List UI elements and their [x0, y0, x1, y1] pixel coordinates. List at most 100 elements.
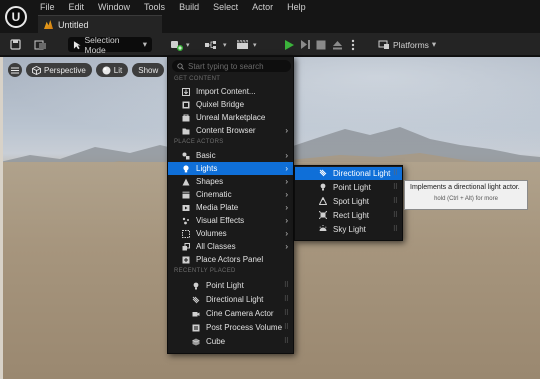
drag-handle-icon[interactable]: ⠿	[284, 309, 289, 317]
chevron-down-icon: ▾	[142, 39, 147, 49]
basic-icon	[182, 152, 190, 160]
selection-mode-dropdown[interactable]: Selection Mode ▾	[68, 35, 152, 55]
tab-title: Untitled	[58, 19, 89, 30]
menu-item-content-browser[interactable]: Content Browser ›	[168, 124, 293, 137]
platforms-dropdown[interactable]: Platforms ▾	[378, 37, 436, 52]
step-button[interactable]	[300, 37, 311, 52]
drag-handle-icon[interactable]: ⠿	[393, 225, 398, 233]
search-input[interactable]	[188, 61, 288, 71]
menu-window[interactable]: Window	[98, 1, 130, 13]
perspective-button[interactable]: Perspective	[26, 63, 92, 77]
blueprint-icon	[205, 40, 216, 49]
eject-icon	[333, 40, 342, 49]
menu-build[interactable]: Build	[179, 1, 199, 13]
drag-handle-icon[interactable]: ⠿	[393, 197, 398, 205]
menu-item-label: Content Browser	[196, 126, 256, 135]
menu-item-recent-cube[interactable]: Cube ⠿	[168, 335, 293, 348]
menu-item-media-plate[interactable]: Media Plate ›	[168, 201, 293, 214]
drag-handle-icon[interactable]: ⠿	[393, 211, 398, 219]
menu-item-import-content[interactable]: Import Content...	[168, 85, 293, 98]
menu-item-volumes[interactable]: Volumes ›	[168, 227, 293, 240]
search-icon	[177, 62, 184, 70]
lit-sphere-icon	[102, 66, 111, 74]
tooltip: Implements a directional light actor. ho…	[404, 180, 528, 210]
submenu-item-sky-light[interactable]: Sky Light ⠿	[295, 223, 402, 236]
menu-item-place-actors-panel[interactable]: Place Actors Panel	[168, 253, 293, 266]
save-icon[interactable]	[10, 37, 21, 52]
section-get-content: GET CONTENT	[174, 76, 221, 82]
play-icon	[285, 39, 294, 50]
menu-tools[interactable]: Tools	[144, 1, 165, 13]
chevron-right-icon: ›	[285, 229, 288, 238]
tab-row: Untitled	[0, 14, 540, 33]
submenu-item-spot-light[interactable]: Spot Light ⠿	[295, 195, 402, 208]
drag-handle-icon[interactable]: ⠿	[393, 169, 398, 177]
lit-button[interactable]: Lit	[95, 63, 129, 77]
chevron-right-icon: ›	[285, 203, 288, 212]
cinematics-button[interactable]: ▾	[236, 37, 257, 52]
menu-item-recent-cine-camera-actor[interactable]: Cine Camera Actor ⠿	[168, 307, 293, 320]
cube-icon	[192, 338, 200, 346]
all-classes-icon	[182, 242, 190, 251]
eject-button[interactable]	[332, 37, 343, 52]
content-drawer-icon[interactable]	[34, 37, 47, 52]
menu-item-visual-effects[interactable]: Visual Effects ›	[168, 214, 293, 227]
menu-actor[interactable]: Actor	[252, 1, 273, 13]
menu-item-shapes[interactable]: Shapes ›	[168, 175, 293, 188]
level-icon	[44, 20, 53, 29]
add-actor-menu: GET CONTENT Import Content... Quixel Bri…	[167, 56, 294, 354]
play-options-button[interactable]	[351, 37, 355, 52]
show-button[interactable]: Show	[132, 63, 165, 77]
post-process-icon	[192, 324, 200, 332]
menu-item-unreal-marketplace[interactable]: Unreal Marketplace	[168, 111, 293, 124]
stop-button[interactable]	[316, 37, 326, 52]
submenu-item-rect-light[interactable]: Rect Light ⠿	[295, 209, 402, 222]
add-actor-icon	[171, 40, 183, 51]
lit-label: Lit	[113, 65, 123, 75]
drag-handle-icon[interactable]: ⠿	[284, 337, 289, 345]
menu-select[interactable]: Select	[213, 1, 238, 13]
menu-item-recent-directional-light[interactable]: Directional Light ⠿	[168, 293, 293, 306]
document-tab[interactable]: Untitled	[38, 15, 162, 33]
drag-handle-icon[interactable]: ⠿	[284, 295, 289, 303]
menu-item-label: Directional Light	[206, 295, 264, 304]
lights-submenu: Directional Light ⠿ Point Light ⠿ Spot L…	[294, 165, 403, 241]
menu-search-box[interactable]	[172, 60, 291, 72]
submenu-item-label: Point Light	[333, 183, 371, 192]
submenu-item-point-light[interactable]: Point Light ⠿	[295, 181, 402, 194]
menu-item-lights[interactable]: Lights ›	[168, 162, 293, 175]
menu-item-cinematic[interactable]: Cinematic ›	[168, 188, 293, 201]
perspective-cube-icon	[32, 65, 41, 75]
menu-item-basic[interactable]: Basic ›	[168, 149, 293, 162]
submenu-item-directional-light[interactable]: Directional Light ⠿	[295, 167, 402, 180]
menu-item-label: Cinematic	[196, 190, 232, 199]
menu-item-quixel-bridge[interactable]: Quixel Bridge	[168, 98, 293, 111]
menu-help[interactable]: Help	[287, 1, 306, 13]
menu-item-label: Post Process Volume	[206, 323, 283, 332]
viewport-menu-button[interactable]	[8, 63, 22, 77]
cinematic-icon	[182, 191, 190, 199]
spot-light-icon	[319, 197, 327, 205]
unreal-logo-icon[interactable]: U	[5, 6, 27, 28]
menu-edit[interactable]: Edit	[69, 1, 85, 13]
place-actors-icon	[182, 256, 190, 264]
menu-item-label: Shapes	[196, 177, 224, 186]
chevron-right-icon: ›	[285, 190, 288, 199]
menu-item-all-classes[interactable]: All Classes ›	[168, 240, 293, 253]
drag-handle-icon[interactable]: ⠿	[393, 183, 398, 191]
menu-file[interactable]: File	[40, 1, 55, 13]
blueprint-button[interactable]: ▾	[204, 37, 227, 52]
drag-handle-icon[interactable]: ⠿	[284, 323, 289, 331]
play-button[interactable]	[283, 37, 295, 52]
tooltip-hint: hold (Ctrl + Alt) for more	[434, 196, 498, 202]
kebab-menu-icon	[351, 39, 355, 50]
lightbulb-icon	[182, 164, 190, 173]
menu-item-recent-point-light[interactable]: Point Light ⠿	[168, 279, 293, 292]
drag-handle-icon[interactable]: ⠿	[284, 281, 289, 289]
show-label: Show	[138, 65, 159, 75]
bridge-icon	[182, 101, 190, 109]
volumes-icon	[182, 229, 190, 238]
submenu-item-label: Spot Light	[333, 197, 370, 206]
menu-item-recent-post-process-volume[interactable]: Post Process Volume ⠿	[168, 321, 293, 334]
add-actor-button[interactable]: ▾	[170, 37, 190, 52]
